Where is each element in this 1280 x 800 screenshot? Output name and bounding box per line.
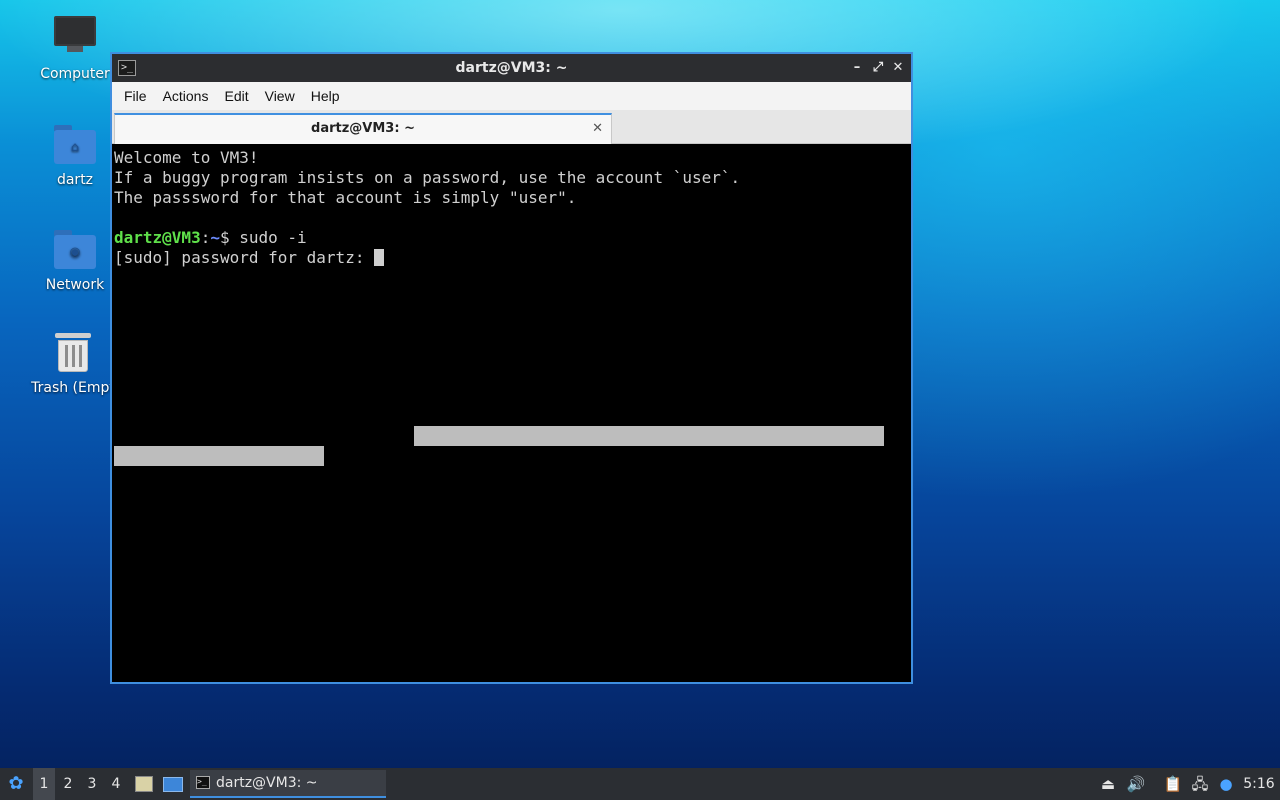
terminal-cursor: [374, 249, 385, 266]
window-title: dartz@VM3: ~: [455, 60, 568, 76]
terminal-output[interactable]: Welcome to VM3! If a buggy program insist…: [112, 146, 911, 682]
tab-bar: dartz@VM3: ~ ✕: [112, 110, 911, 144]
clipboard-icon[interactable]: 📋: [1162, 768, 1184, 800]
maximize-button[interactable]: ⤢: [868, 54, 888, 82]
menu-view[interactable]: View: [257, 88, 303, 104]
network-icon[interactable]: 🖧: [1189, 768, 1211, 800]
terminal-app-icon[interactable]: >_: [118, 60, 136, 76]
prompt-sep: :: [200, 228, 211, 247]
taskbar-task-terminal[interactable]: >_ dartz@VM3: ~: [190, 770, 386, 798]
tab-terminal[interactable]: dartz@VM3: ~ ✕: [114, 113, 612, 144]
menu-file[interactable]: File: [116, 88, 155, 104]
file-manager-launcher-icon[interactable]: [133, 768, 155, 800]
terminal-window: >_ dartz@VM3: ~ – ⤢ ✕ File Actions Edit …: [110, 52, 913, 684]
close-button[interactable]: ✕: [888, 54, 908, 82]
prompt-user: dartz@VM3: [114, 228, 201, 247]
minimize-button[interactable]: –: [847, 54, 867, 82]
notification-icon[interactable]: ●: [1215, 768, 1237, 800]
workspace-2[interactable]: 2: [57, 768, 79, 800]
terminal-line: The passsword for that account is simply…: [114, 188, 577, 207]
terminal-line: Welcome to VM3!: [114, 148, 259, 167]
tab-label: dartz@VM3: ~: [311, 121, 415, 136]
sudo-prompt: [sudo] password for dartz:: [114, 248, 375, 267]
volume-icon[interactable]: 🔊: [1125, 768, 1147, 800]
redaction-bar: [414, 426, 884, 446]
tab-close-icon[interactable]: ✕: [592, 115, 603, 142]
sudo-line: [sudo] password for dartz:: [114, 248, 909, 268]
window-titlebar[interactable]: >_ dartz@VM3: ~ – ⤢ ✕: [112, 54, 911, 82]
workspace-4[interactable]: 4: [105, 768, 127, 800]
prompt-line: dartz@VM3:~$ sudo -i: [114, 228, 909, 248]
terminal-line: If a buggy program insists on a password…: [114, 168, 741, 187]
menu-bar: File Actions Edit View Help: [112, 82, 911, 110]
menu-edit[interactable]: Edit: [216, 88, 256, 104]
redaction-bar: [114, 446, 324, 466]
prompt-command: sudo -i: [239, 228, 307, 247]
task-label: dartz@VM3: ~: [216, 775, 318, 791]
computer-icon: [53, 16, 97, 60]
prompt-path: ~: [210, 228, 220, 247]
workspace-3[interactable]: 3: [81, 768, 103, 800]
start-menu-icon[interactable]: ✿: [4, 768, 28, 800]
home-folder-icon: ⌂: [53, 122, 97, 166]
taskbar: ✿ 1 2 3 4 >_ dartz@VM3: ~ ⏏ 🔊 📋 🖧 ● 5:16: [0, 768, 1280, 800]
trash-icon: [51, 330, 95, 374]
menu-help[interactable]: Help: [303, 88, 348, 104]
terminal-task-icon: >_: [196, 776, 210, 789]
menu-actions[interactable]: Actions: [155, 88, 217, 104]
eject-icon[interactable]: ⏏: [1097, 768, 1119, 800]
prompt-symbol: $: [219, 228, 240, 247]
network-folder-icon: ◉: [53, 227, 97, 271]
workspace-1[interactable]: 1: [33, 768, 55, 800]
clock[interactable]: 5:16: [1240, 768, 1278, 800]
show-desktop-icon[interactable]: [161, 768, 185, 800]
